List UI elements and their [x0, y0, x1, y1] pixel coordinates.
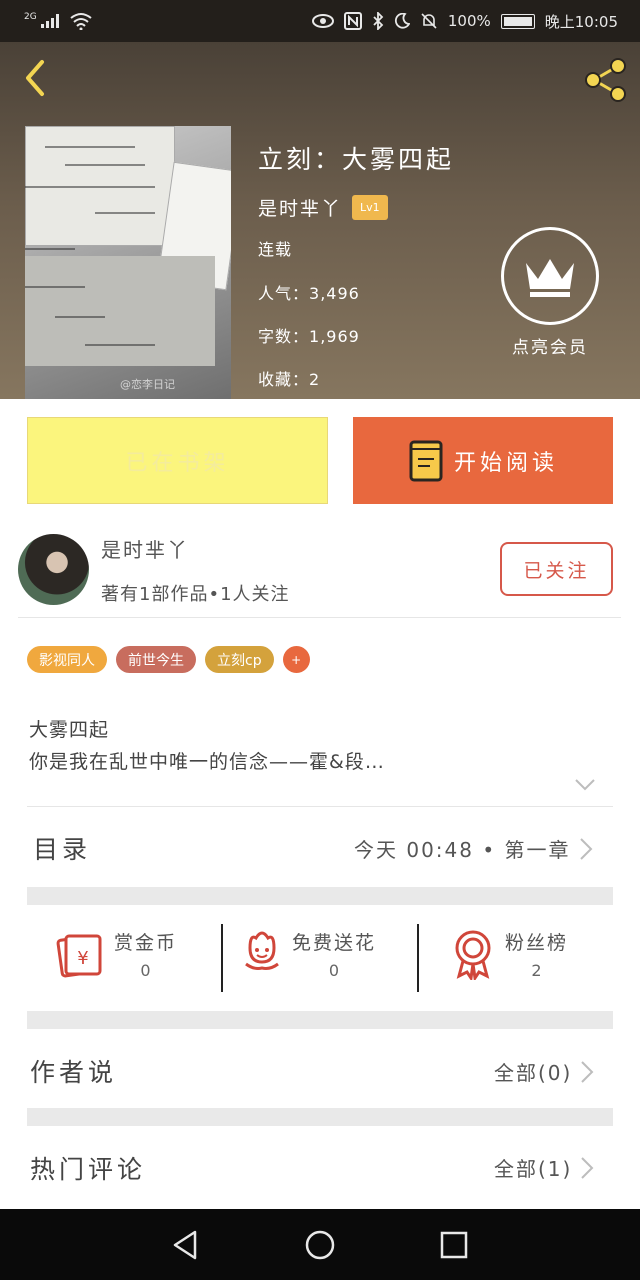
free-flower[interactable]: 免费送花 0 [242, 928, 376, 980]
level-badge: Lv1 [352, 195, 388, 220]
favorites-label: 收藏： [258, 370, 310, 389]
word-count-label: 字数： [258, 327, 310, 346]
chevron-down-icon[interactable] [574, 778, 596, 792]
hot-comments-title[interactable]: 热门评论 [30, 1150, 146, 1186]
chevron-right-icon [579, 837, 592, 860]
book-title: 立刻：大雾四起 [258, 145, 455, 174]
reward-coins[interactable]: ¥ 赏金币 0 [56, 928, 177, 980]
fan-ranking-text: 粉丝榜 2 [505, 928, 568, 980]
eye-icon [311, 14, 334, 28]
favorites-value: 2 [309, 370, 321, 389]
back-arrow-icon[interactable] [20, 58, 50, 98]
header-author: 是时芈丫 Lv1 [258, 194, 388, 221]
start-reading-button[interactable]: 开始阅读 [353, 417, 613, 504]
clock: 晚上10:05 [544, 12, 618, 31]
in-shelf-button[interactable]: 已在书架 [27, 417, 328, 504]
battery-percent: 100% [447, 12, 491, 30]
serial-status: 连载 [258, 240, 293, 259]
tag-item[interactable]: 前世今生 [116, 646, 196, 673]
section-separator [27, 1011, 613, 1029]
red-envelope-icon: ¥ [56, 934, 102, 978]
hot-comments-link-label: 全部(1) [494, 1157, 573, 1181]
author-says-link-label: 全部(0) [494, 1061, 573, 1085]
vertical-divider [417, 924, 419, 992]
free-flower-text: 免费送花 0 [292, 928, 376, 980]
author-says-title[interactable]: 作者说 [30, 1053, 117, 1089]
status-right: 100% 晚上10:05 [311, 11, 618, 32]
network-type: 2G [24, 12, 37, 22]
reward-coins-label: 赏金币 [114, 932, 178, 954]
bluetooth-icon [373, 12, 384, 30]
book-intro: 大雾四起 你是我在乱世中唯一的信念——霍&段… [29, 714, 385, 778]
nav-home-icon[interactable] [304, 1229, 336, 1261]
header-author-name[interactable]: 是时芈丫 [258, 194, 342, 221]
section-separator [27, 1108, 613, 1126]
fan-ranking[interactable]: 粉丝榜 2 [451, 928, 568, 980]
free-flower-value: 0 [328, 961, 340, 980]
intro-line: 大雾四起 [29, 719, 110, 741]
reward-coins-text: 赏金币 0 [114, 928, 177, 980]
book-header: @恋李日记 立刻：大雾四起 是时芈丫 Lv1 连载 人气：3,496 字数：1,… [0, 42, 640, 399]
free-flower-label: 免费送花 [292, 932, 377, 954]
vertical-divider [221, 924, 223, 992]
medal-icon [455, 930, 491, 980]
system-nav-bar [0, 1209, 640, 1280]
popularity: 人气：3,496 [258, 280, 360, 304]
word-count-value: 1,969 [309, 327, 360, 346]
nfc-icon [343, 12, 362, 30]
moon-icon [394, 13, 410, 29]
tag-list: 影视同人 前世今生 立刻cp + [27, 646, 310, 673]
author-name[interactable]: 是时芈丫 [101, 534, 189, 563]
status-left: 2G [24, 12, 93, 30]
vip-label: 点亮会员 [512, 338, 588, 358]
flower-icon [245, 931, 279, 970]
divider [18, 617, 621, 618]
fan-ranking-value: 2 [531, 961, 542, 980]
catalog-latest[interactable]: 今天 00:48 • 第一章 [354, 834, 593, 863]
tag-item[interactable]: 立刻cp [205, 646, 274, 673]
intro-line: 你是我在乱世中唯一的信念——霍&段… [29, 751, 385, 773]
crown-icon [501, 227, 599, 325]
word-count: 字数：1,969 [258, 323, 360, 347]
catalog-update: 今天 00:48 • 第一章 [354, 838, 571, 862]
cover-watermark: @恋李日记 [120, 378, 175, 391]
chevron-right-icon [581, 1060, 594, 1083]
book-cover[interactable] [25, 126, 231, 399]
follow-button[interactable]: 已关注 [500, 542, 613, 596]
avatar[interactable] [18, 534, 89, 605]
battery-icon [500, 13, 535, 29]
nav-back-icon[interactable] [171, 1229, 201, 1261]
divider [27, 806, 613, 807]
reward-coins-value: 0 [140, 961, 151, 980]
vip-button[interactable]: 点亮会员 [500, 227, 600, 358]
section-separator [27, 887, 613, 905]
nav-recents-icon[interactable] [439, 1230, 469, 1260]
wifi-icon [70, 13, 92, 30]
favorites: 收藏：2 [258, 366, 320, 390]
share-icon[interactable] [580, 56, 630, 104]
tag-item[interactable]: 影视同人 [27, 646, 107, 673]
fan-ranking-label: 粉丝榜 [505, 932, 569, 954]
hot-comments-all-link[interactable]: 全部(1) [494, 1153, 594, 1182]
start-reading-label: 开始阅读 [453, 450, 558, 476]
status-bar: 2G 100% 晚上10:05 [0, 0, 640, 42]
author-says-all-link[interactable]: 全部(0) [494, 1057, 594, 1086]
signal-icon [40, 14, 59, 28]
chevron-right-icon [581, 1156, 594, 1179]
add-tag-button[interactable]: + [282, 646, 310, 673]
svg-text:¥: ¥ [77, 948, 88, 969]
mute-bell-icon [421, 13, 437, 29]
author-stats: 著有1部作品•1人关注 [101, 584, 290, 605]
book-icon [409, 440, 443, 481]
popularity-label: 人气： [258, 284, 310, 303]
popularity-value: 3,496 [309, 284, 360, 303]
catalog-title[interactable]: 目录 [33, 830, 91, 866]
